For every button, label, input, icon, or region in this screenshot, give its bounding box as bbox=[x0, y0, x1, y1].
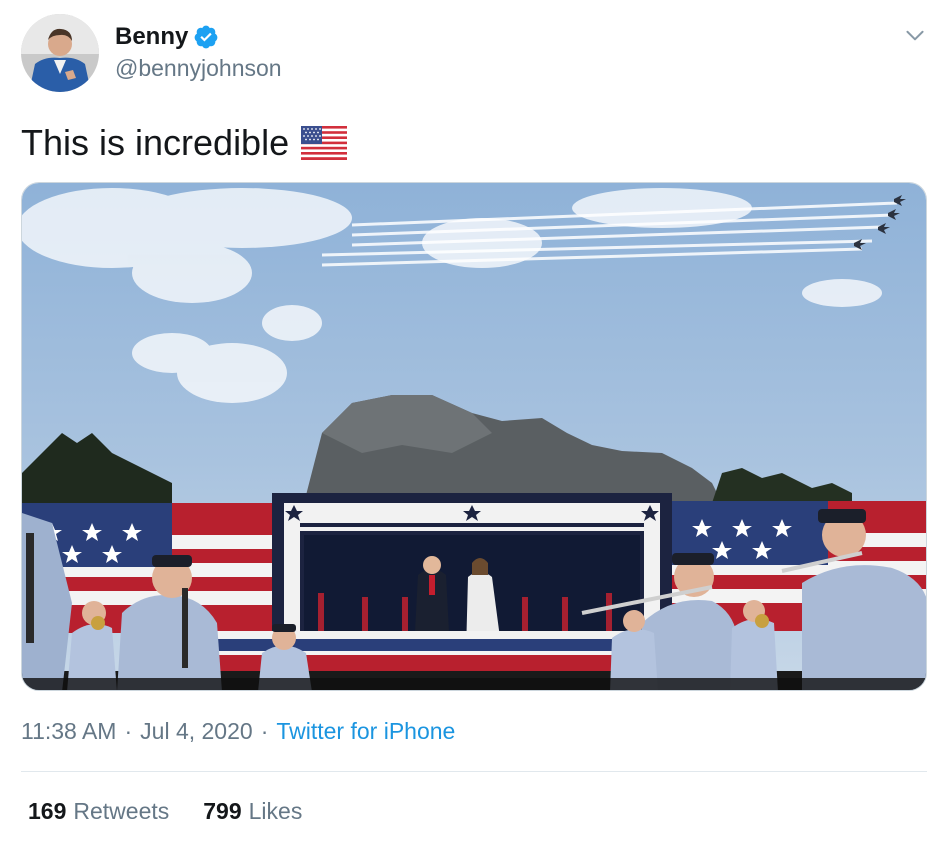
likes-count: 799 bbox=[203, 798, 242, 824]
tweet-time[interactable]: 11:38 AM bbox=[21, 716, 116, 746]
us-flag-icon bbox=[301, 126, 348, 160]
tweet-photo[interactable] bbox=[21, 182, 927, 691]
retweets-stat[interactable]: 169 Retweets bbox=[28, 796, 169, 826]
chevron-down-icon[interactable] bbox=[902, 22, 928, 48]
retweets-count: 169 bbox=[28, 798, 67, 824]
likes-label: Likes bbox=[248, 798, 303, 824]
tweet-text-content: This is incredible bbox=[21, 122, 290, 163]
likes-stat[interactable]: 799 Likes bbox=[203, 796, 302, 826]
tweet-metadata: 11:38 AM · Jul 4, 2020 · Twitter for iPh… bbox=[21, 716, 455, 746]
avatar[interactable] bbox=[21, 14, 99, 92]
tweet-text: This is incredible bbox=[21, 120, 348, 166]
divider bbox=[21, 771, 927, 772]
display-name[interactable]: Benny bbox=[115, 22, 188, 52]
tweet-source-link[interactable]: Twitter for iPhone bbox=[276, 716, 455, 746]
meta-separator: · bbox=[124, 718, 133, 744]
meta-separator: · bbox=[260, 718, 269, 744]
engagement-stats: 169 Retweets 799 Likes bbox=[28, 796, 336, 826]
tweet-date[interactable]: Jul 4, 2020 bbox=[140, 716, 253, 746]
tweet-card: Benny @bennyjohnson This is incredible 1… bbox=[0, 0, 948, 848]
verified-badge-icon bbox=[194, 25, 218, 49]
retweets-label: Retweets bbox=[73, 798, 170, 824]
author-handle[interactable]: @bennyjohnson bbox=[115, 54, 282, 82]
author-name-row[interactable]: Benny bbox=[115, 22, 219, 52]
